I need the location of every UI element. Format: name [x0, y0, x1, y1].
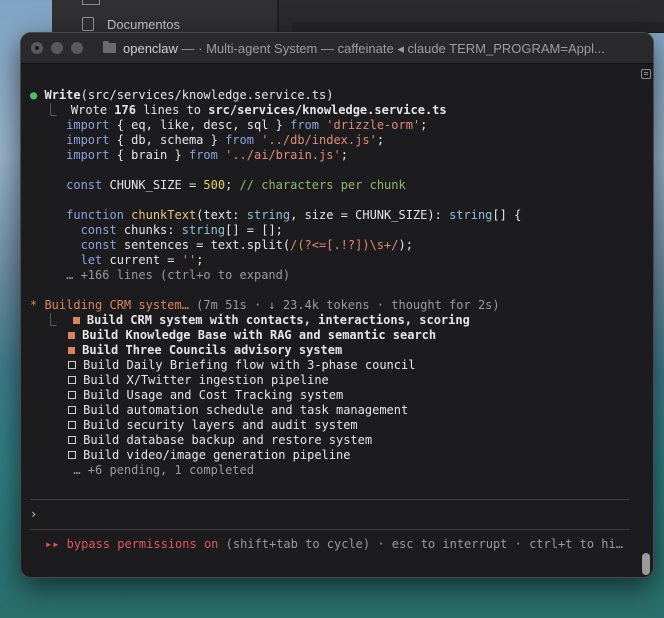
task-pending-icon [68, 361, 77, 369]
code-line: import { eq, like, desc, sql } from 'dri… [66, 118, 428, 132]
task-item: Build database backup and restore system [30, 433, 633, 448]
task-pending-icon [68, 421, 77, 429]
task-label: Build Daily Briefing flow with 3-phase c… [83, 358, 416, 372]
task-active-icon [68, 346, 76, 354]
task-item: ⎿ Build CRM system with contacts, intera… [30, 313, 633, 328]
folder-icon [103, 41, 116, 53]
window-title-app: openclaw [123, 41, 178, 56]
summary-text: Wrote [70, 103, 115, 117]
document-icon [82, 17, 94, 31]
finder-sidebar-item[interactable]: Documentos [107, 17, 180, 32]
task-label: Build X/Twitter ingestion pipeline [83, 373, 329, 387]
tool-name: Write [44, 88, 81, 102]
task-label: Build CRM system with contacts, interact… [86, 313, 470, 327]
status-footer: ▸▸ bypass permissions on (shift+tab to c… [45, 537, 623, 552]
task-label: Build security layers and audit system [83, 418, 358, 432]
window-title: openclaw — · Multi-agent System — caffei… [123, 41, 623, 57]
scrollbar[interactable] [639, 63, 653, 577]
task-item: Build security layers and audit system [30, 418, 633, 433]
code-line: const sentences = text.split(/(?<=[.!?])… [66, 238, 413, 252]
line-blank [30, 283, 633, 298]
task-item: Build Usage and Cost Tracking system [30, 388, 633, 403]
tool-result-summary: ⎿ Wrote 176 lines to src/services/knowle… [30, 103, 633, 118]
background-finder-window: Documentos [52, 0, 664, 33]
code-line: const chunks: string[] = []; [66, 223, 283, 237]
summary-count: 176 [114, 103, 136, 117]
permission-mode[interactable]: bypass permissions on [59, 537, 219, 551]
task-label: Build video/image generation pipeline [83, 448, 351, 462]
divider [30, 529, 629, 530]
window-title-rest: — · Multi-agent System — caffeinate ◂ cl… [177, 41, 605, 56]
task-pending-icon [68, 436, 77, 444]
finder-toolbar [292, 22, 664, 32]
code-line: let current = ''; [66, 253, 204, 267]
footer-hint: (shift+tab to cycle) · esc to interrupt … [218, 537, 623, 551]
task-item: Build X/Twitter ingestion pipeline [30, 373, 633, 388]
task-item: Build Daily Briefing flow with 3-phase c… [30, 358, 633, 373]
close-button[interactable] [31, 42, 43, 54]
prompt-input[interactable]: › [30, 507, 37, 521]
tasks-more: … +6 pending, 1 completed [30, 463, 633, 478]
task-item: Build Three Councils advisory system [30, 343, 633, 358]
task-pending-icon [68, 451, 77, 459]
task-label: Build Usage and Cost Tracking system [83, 388, 344, 402]
task-label: Build Knowledge Base with RAG and semant… [82, 328, 437, 342]
terminal-output: ● Write(src/services/knowledge.service.t… [30, 88, 633, 478]
task-pending-icon [68, 376, 77, 384]
status-line: * Building CRM system… (7m 51s · ↓ 23.4k… [30, 298, 633, 313]
task-label: Build database backup and restore system [83, 433, 373, 447]
bypass-arrows-icon: ▸▸ [45, 537, 60, 551]
status-dot-icon: ● [30, 88, 38, 102]
task-active-icon [72, 316, 80, 324]
task-pending-icon [68, 406, 77, 414]
task-pending-icon [68, 391, 77, 399]
task-label: Build Three Councils advisory system [82, 343, 343, 357]
status-label: Building CRM system… [37, 298, 189, 312]
tasks-more-label: … +6 pending, 1 completed [73, 463, 254, 477]
tree-branch-icon: ⎿ [44, 313, 57, 327]
terminal-window: openclaw — · Multi-agent System — caffei… [20, 32, 654, 578]
task-item: Build Knowledge Base with RAG and semant… [30, 328, 633, 343]
task-item: Build automation schedule and task manag… [30, 403, 633, 418]
divider [277, 0, 279, 32]
summary-text-mid: lines to [135, 103, 209, 117]
code-line: import { brain } from '../ai/brain.js'; [66, 148, 348, 162]
zoom-button[interactable] [71, 42, 83, 54]
prompt-chevron-icon: › [30, 507, 38, 521]
expand-hint: … +166 lines (ctrl+o to expand) [66, 268, 291, 282]
divider [30, 499, 629, 500]
task-active-icon [68, 331, 76, 339]
scrollbar-thumb[interactable] [642, 553, 650, 575]
code-line: function chunkText(text: string, size = … [66, 208, 522, 222]
task-label: Build automation schedule and task manag… [83, 403, 409, 417]
code-line: … +166 lines (ctrl+o to expand) [30, 268, 633, 283]
code-line: const CHUNK_SIZE = 500; // characters pe… [66, 178, 406, 192]
tool-call-header: ● Write(src/services/knowledge.service.t… [30, 88, 633, 103]
status-meta: (7m 51s · ↓ 23.4k tokens · thought for 2… [188, 298, 500, 312]
title-bar[interactable]: openclaw — · Multi-agent System — caffei… [21, 33, 653, 64]
drive-icon [82, 0, 100, 5]
summary-path: src/services/knowledge.service.ts [208, 103, 447, 117]
code-line: import { db, schema } from '../db/index.… [66, 133, 385, 147]
tool-arg: (src/services/knowledge.service.ts) [80, 88, 334, 102]
minimize-button[interactable] [51, 42, 63, 54]
task-item: Build video/image generation pipeline [30, 448, 633, 463]
scroll-menu-icon[interactable] [641, 69, 651, 79]
tree-branch-icon: ⎿ [44, 103, 57, 117]
